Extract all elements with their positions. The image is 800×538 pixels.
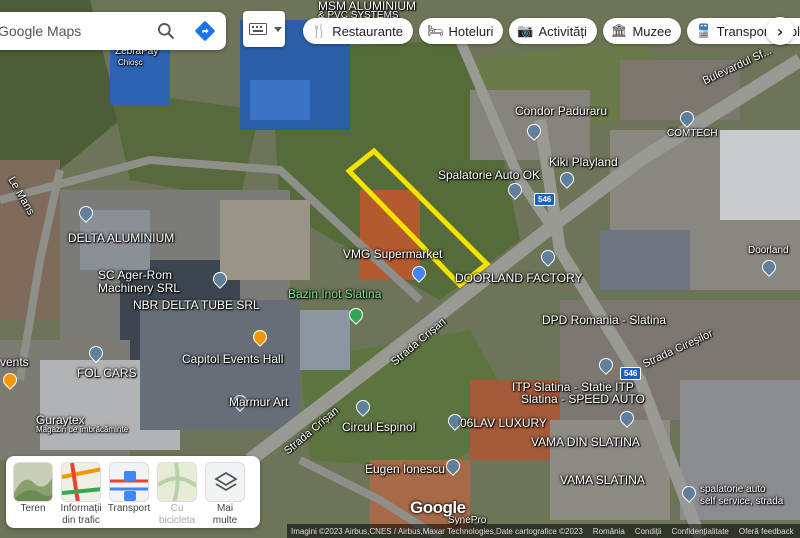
terrain-icon (13, 462, 53, 502)
map-label[interactable]: COMTECH (667, 128, 718, 139)
map-label[interactable]: NBR DELTA TUBE SRL (133, 298, 260, 312)
map-label[interactable]: self service, strada (700, 496, 783, 507)
map-label[interactable]: VAMA DIN SLATINA (531, 435, 640, 449)
chevron-down-icon (274, 26, 282, 32)
chip-hotels[interactable]: 🛏 Hoteluri (419, 18, 504, 44)
map-label[interactable]: DOORLAND FACTORY (455, 271, 583, 285)
map-label[interactable]: spalatorie auto (700, 484, 766, 495)
search-icon[interactable] (156, 21, 176, 41)
layer-label: Mai (216, 503, 234, 514)
layer-label: din trafic (62, 515, 100, 526)
transit-layer-icon (109, 462, 149, 502)
search-box[interactable] (0, 12, 226, 50)
layer-label: Informații (60, 503, 102, 514)
museum-icon: 🏛 (610, 23, 628, 39)
map-label[interactable]: Circul Espinol (342, 420, 415, 434)
map-label[interactable]: Eugen Ionescu (365, 462, 445, 476)
layer-terrain[interactable]: Teren (12, 462, 54, 528)
layer-transit[interactable]: Transport (108, 462, 150, 528)
input-tools-button[interactable] (243, 11, 285, 47)
map-label[interactable]: Slatina - SPEED AUTO (521, 392, 645, 406)
map-label[interactable]: Bazin Inot Slatina (288, 287, 381, 301)
google-logo: Google (410, 498, 466, 517)
directions-icon[interactable] (194, 20, 216, 42)
layer-label: Cu (170, 503, 184, 514)
chip-museums[interactable]: 🏛 Muzee (602, 18, 682, 44)
map-label[interactable]: DPD Romania - Slatina (542, 313, 666, 327)
more-layers-icon (205, 462, 245, 502)
map-label[interactable]: VAMA SLATINA (560, 473, 645, 487)
transit-icon: 🚆 (695, 23, 712, 39)
chip-label: Muzee (632, 23, 672, 39)
map-footer: Imagini ©2023 Airbus,CNES / Airbus,Maxar… (287, 524, 800, 538)
imagery-attribution: Imagini ©2023 Airbus,CNES / Airbus,Maxar… (291, 526, 583, 536)
feedback-link[interactable]: Oferă feedback (739, 527, 794, 536)
chevron-right-icon: › (776, 21, 784, 41)
layer-traffic[interactable]: Informații din trafic (60, 462, 102, 528)
map-label[interactable]: Marmur Art (229, 395, 288, 409)
chip-label: Activități (538, 23, 587, 39)
terms-link[interactable]: Condiții (635, 527, 662, 536)
keyboard-icon (249, 23, 267, 35)
map-label[interactable]: Doorland (748, 245, 789, 256)
map-label[interactable]: Kiki Playland (549, 155, 618, 169)
layers-panel: Teren Informații din trafic Transport Cu… (6, 456, 260, 528)
camera-icon: 📷 (517, 23, 534, 39)
map-label[interactable]: Condor Paduraru (515, 104, 607, 118)
route-shield: 546 (620, 367, 642, 380)
route-shield: 546 (534, 193, 556, 206)
map-label[interactable]: DELTA ALUMINIUM (68, 231, 174, 245)
map-label[interactable]: 06LAV LUXURY (460, 416, 547, 430)
hotel-icon: 🛏 (427, 23, 444, 39)
category-chips: 🍴 Restaurante 🛏 Hoteluri 📷 Activități 🏛 Muze… (303, 18, 800, 44)
map-label[interactable]: FOL CARS (77, 366, 137, 380)
map-label[interactable]: Spalatorie Auto OK (438, 168, 540, 182)
country-label[interactable]: România (593, 527, 625, 536)
layer-label: multe (212, 515, 238, 526)
chip-activities[interactable]: 📷 Activități (509, 18, 597, 44)
restaurant-icon: 🍴 (311, 23, 328, 39)
map-label[interactable]: SC Ager-Rom (98, 268, 172, 282)
map-label: Chioșc (118, 58, 143, 67)
map-label: Magazin de îmbrăcăminte (36, 425, 129, 434)
map-label[interactable]: VMG Supermarket (343, 247, 442, 261)
privacy-link[interactable]: Confidențialitate (672, 527, 729, 536)
map-label[interactable]: Capitol Events Hall (182, 352, 283, 366)
layer-label: Teren (20, 503, 46, 514)
chip-label: Hoteluri (448, 23, 494, 39)
layer-more[interactable]: Mai multe (204, 462, 246, 528)
map-label[interactable]: Machinery SRL (98, 281, 180, 295)
bicycle-icon (157, 462, 197, 502)
traffic-icon (61, 462, 101, 502)
layer-bicycle[interactable]: Cu bicicleta (156, 462, 198, 528)
chips-next-button[interactable]: › (766, 17, 794, 45)
map-label[interactable]: vents (0, 355, 29, 369)
layer-label: bicicleta (158, 515, 196, 526)
layer-label: Transport (107, 503, 151, 514)
chip-restaurants[interactable]: 🍴 Restaurante (303, 18, 414, 44)
search-input[interactable] (0, 23, 148, 39)
chip-label: Restaurante (332, 23, 404, 39)
